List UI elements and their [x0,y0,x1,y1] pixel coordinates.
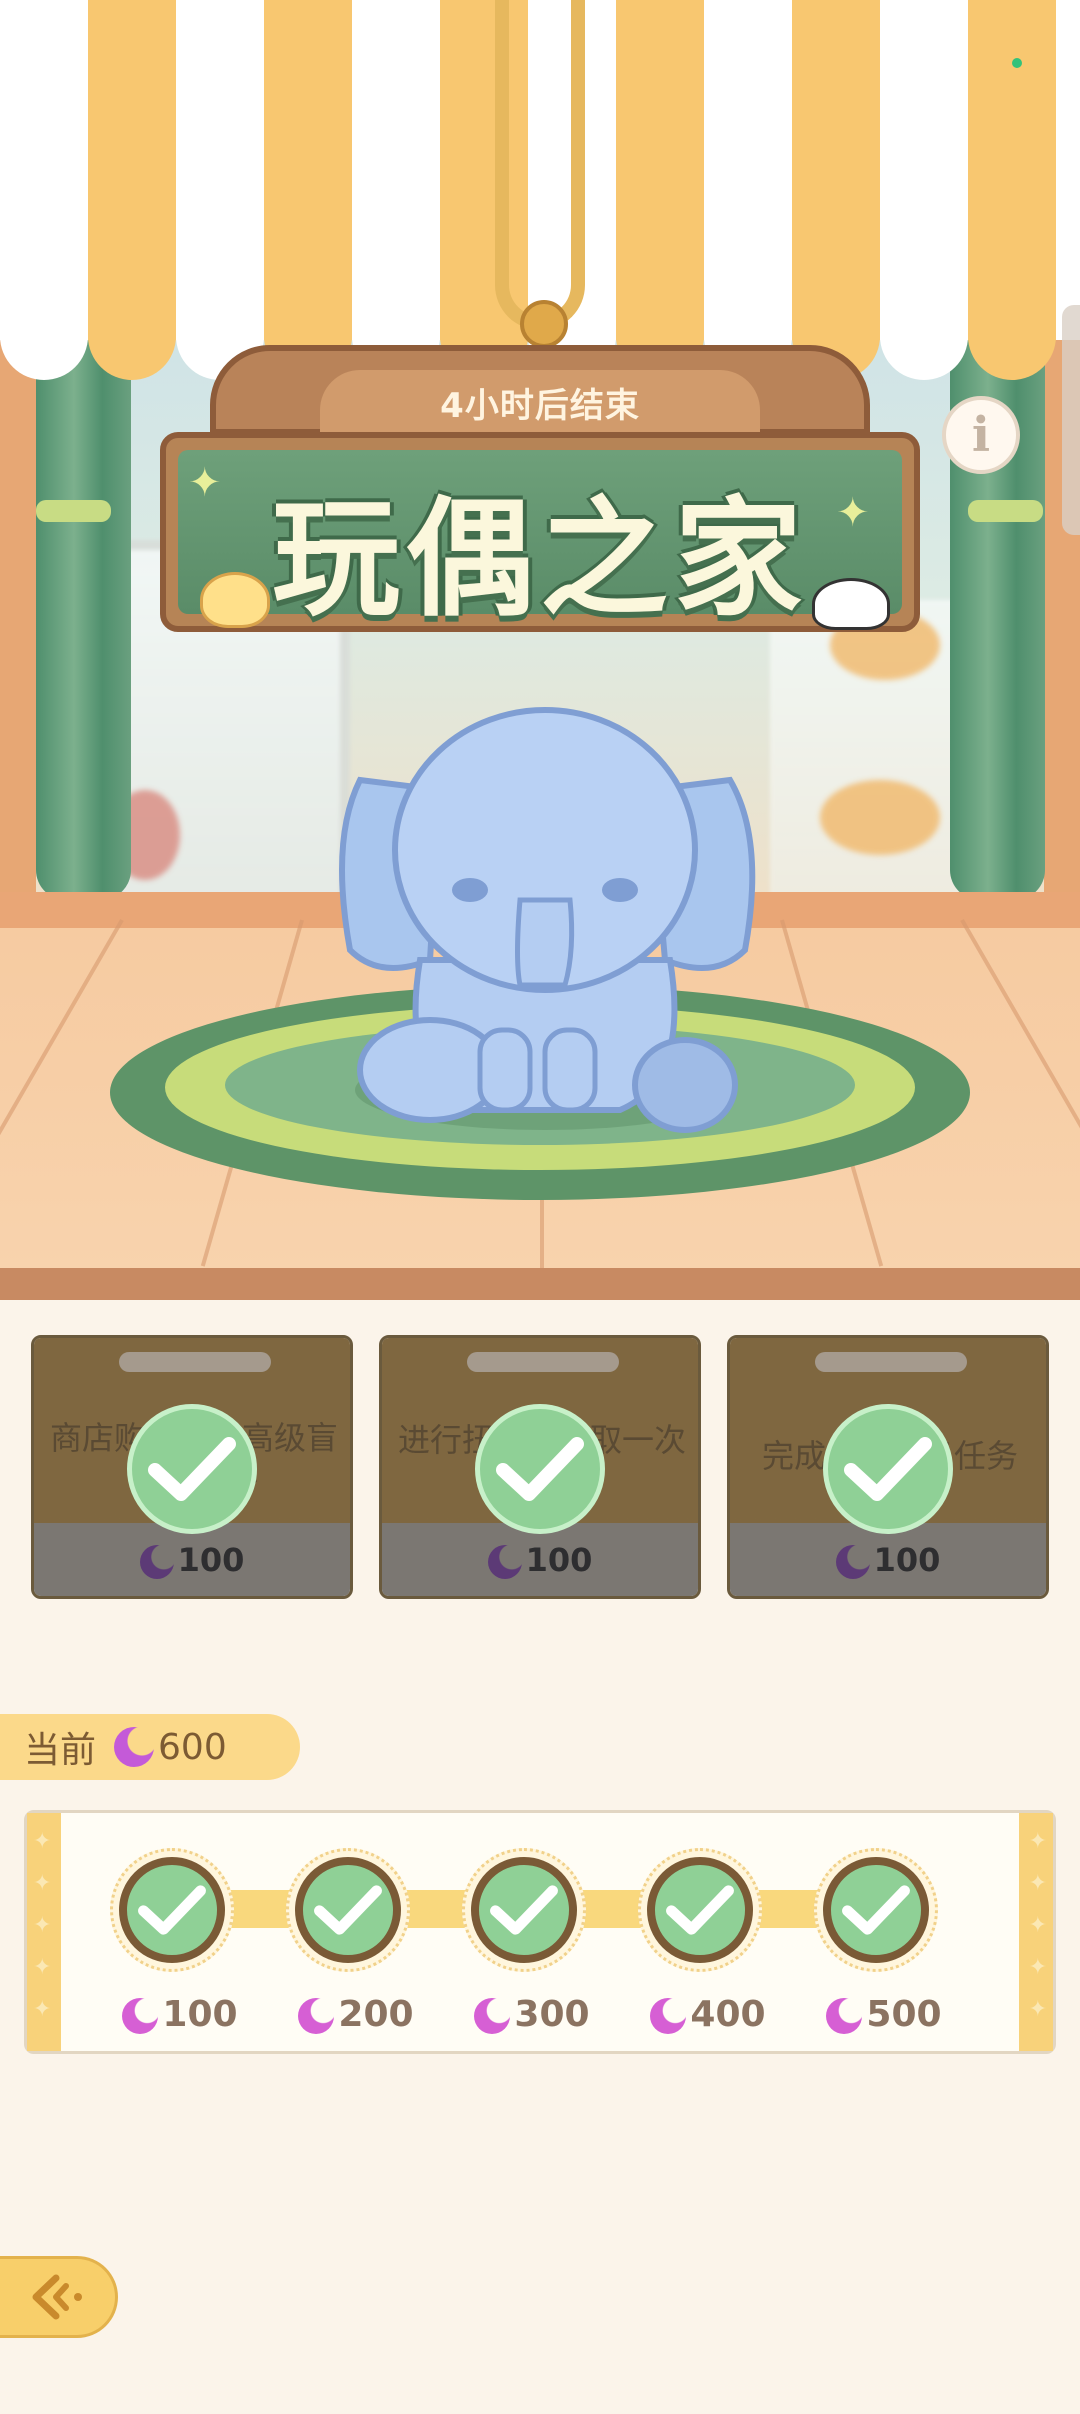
status-dot [1012,58,1022,68]
task-reward-value: 100 [177,1541,245,1579]
moon-icon [474,1998,511,2034]
check-icon [647,1857,753,1963]
milestone-value: 200 [338,1994,414,2035]
star-icon: ✦ [33,1913,52,1938]
milestone-value: 400 [690,1994,766,2035]
rope-knot [520,300,568,348]
task-card[interactable]: 商店购买一次高级盲盒玩偶券 100 [31,1335,353,1599]
side-tab[interactable] [1062,305,1080,535]
milestone-reward[interactable] [638,1848,762,1972]
milestone-reward[interactable] [110,1848,234,1972]
moon-icon [835,1545,870,1579]
task-card[interactable]: 完成抽奖每日任务 100 [727,1335,1049,1599]
milestone-reward[interactable] [814,1848,938,1972]
star-icon: ✦ [33,1829,52,1854]
info-button[interactable]: i [942,396,1020,474]
moon-icon [826,1998,863,2034]
event-title: 玩偶之家 [271,485,808,634]
star-icon: ✦ [1028,1913,1047,1938]
task-reward-value: 100 [525,1541,593,1579]
check-icon [823,1857,929,1963]
moon-icon [487,1545,522,1579]
milestone-label: 300 [452,1994,612,2035]
check-icon [127,1404,257,1534]
bread-decoration [820,780,940,855]
event-timer: 4小时后结束 [440,386,640,426]
task-reward: 100 [34,1541,350,1579]
elephant-plush[interactable] [320,700,770,1150]
check-icon [119,1857,225,1963]
current-label: 当前 [24,1730,97,1771]
left-curtain [36,340,131,900]
hanging-rope [495,0,585,330]
shop-scene: 4小时后结束 玩偶之家 ✦ ✦ [0,0,1080,1300]
task-reward: 100 [382,1541,698,1579]
moon-icon [114,1727,155,1767]
back-button[interactable] [0,2256,118,2338]
task-reward: 100 [730,1541,1046,1579]
moon-icon [650,1998,687,2034]
star-icon: ✦ [1028,1829,1047,1854]
star-icon: ✦ [1028,1871,1047,1896]
milestone-label: 100 [100,1994,260,2035]
star-icon: ✦ [1028,1955,1047,1980]
star-icon: ✦ [1028,1997,1047,2022]
moon-icon [122,1998,159,2034]
task-card-handle [467,1352,619,1372]
current-balance: 当前 600 [0,1714,300,1780]
moon-icon [139,1545,174,1579]
task-card-handle [815,1352,967,1372]
milestone-value: 100 [162,1994,238,2035]
milestone-reward[interactable] [286,1848,410,1972]
panda-decoration [812,578,890,630]
star-icon: ✦ [33,1871,52,1896]
milestone-value: 300 [514,1994,590,2035]
task-card[interactable]: 进行扭蛋机领取一次 100 [379,1335,701,1599]
task-reward-value: 100 [873,1541,941,1579]
sparkle-icon: ✦ [188,460,222,506]
curtain-tie [36,500,111,522]
milestone-label: 500 [804,1994,964,2035]
check-icon [295,1857,401,1963]
milestone-label: 400 [628,1994,788,2035]
sparkle-icon: ✦ [836,490,870,536]
star-icon: ✦ [33,1955,52,1980]
curtain-tie [968,500,1043,522]
floor-border [0,1268,1080,1300]
milestone-reward[interactable] [462,1848,586,1972]
star-icon: ✦ [33,1997,52,2022]
milestone-value: 500 [866,1994,942,2035]
current-value: 600 [158,1726,227,1768]
check-icon [823,1404,953,1534]
moon-icon [298,1998,335,2034]
milestone-label: 200 [276,1994,436,2035]
check-icon [475,1404,605,1534]
left-pillar [0,330,36,910]
info-icon: i [971,407,991,463]
check-icon [471,1857,577,1963]
back-arrow-icon [32,2274,82,2320]
task-card-handle [119,1352,271,1372]
chick-decoration [200,572,270,628]
